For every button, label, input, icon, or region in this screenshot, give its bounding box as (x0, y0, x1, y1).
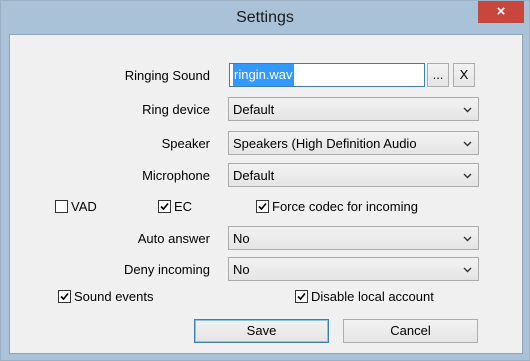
auto-answer-value: No (233, 231, 250, 246)
disable-local-account-checkbox-box[interactable] (295, 290, 308, 303)
microphone-label: Microphone (142, 168, 210, 183)
vad-checkbox[interactable]: VAD (55, 199, 125, 215)
title-bar[interactable]: Settings × (1, 1, 529, 34)
ring-device-value: Default (233, 102, 275, 117)
checkmark-icon (60, 292, 69, 301)
browse-button[interactable]: ... (427, 63, 449, 87)
sound-events-checkbox-box[interactable] (58, 290, 71, 303)
sound-events-checkbox[interactable]: Sound events (58, 289, 188, 305)
ec-checkbox-box[interactable] (158, 200, 171, 213)
disable-local-account-label: Disable local account (311, 289, 434, 304)
deny-incoming-select[interactable]: No (228, 257, 479, 281)
disable-local-account-checkbox[interactable]: Disable local account (295, 289, 465, 305)
checkmark-icon (258, 202, 267, 211)
force-codec-checkbox[interactable]: Force codec for incoming (256, 199, 446, 215)
save-button[interactable]: Save (194, 319, 329, 343)
force-codec-checkbox-box[interactable] (256, 200, 269, 213)
settings-form: Ringing Sound ringin.wav ... X Ring devi… (9, 34, 523, 354)
settings-window: Settings × Ringing Sound ringin.wav ... … (0, 0, 530, 361)
chevron-down-icon (463, 107, 472, 113)
speaker-select[interactable]: Speakers (High Definition Audio (228, 131, 479, 155)
force-codec-label: Force codec for incoming (272, 199, 418, 214)
auto-answer-label: Auto answer (137, 231, 210, 246)
ring-device-select[interactable]: Default (228, 97, 479, 121)
chevron-down-icon (463, 173, 472, 179)
sound-events-label: Sound events (74, 289, 154, 304)
chevron-down-icon (463, 141, 472, 147)
close-button[interactable]: × (478, 1, 524, 23)
auto-answer-select[interactable]: No (228, 226, 479, 250)
microphone-value: Default (233, 168, 275, 183)
deny-incoming-label: Deny incoming (124, 262, 210, 277)
ec-label: EC (174, 199, 193, 214)
checkmark-icon (160, 202, 169, 211)
window-title: Settings (236, 9, 294, 26)
ringing-sound-label: Ringing Sound (124, 68, 210, 83)
vad-label: VAD (71, 199, 97, 214)
chevron-down-icon (463, 267, 472, 273)
close-icon: × (496, 3, 506, 20)
ringing-sound-input[interactable]: ringin.wav (229, 63, 425, 87)
chevron-down-icon (463, 236, 472, 242)
ring-device-label: Ring device (142, 102, 210, 117)
speaker-label: Speaker (161, 136, 210, 151)
ringing-sound-value: ringin.wav (233, 64, 294, 86)
cancel-button[interactable]: Cancel (343, 319, 478, 343)
microphone-select[interactable]: Default (228, 163, 479, 187)
speaker-value: Speakers (High Definition Audio (233, 136, 417, 151)
checkmark-icon (297, 292, 306, 301)
clear-sound-button[interactable]: X (453, 63, 475, 87)
deny-incoming-value: No (233, 262, 250, 277)
vad-checkbox-box[interactable] (55, 200, 68, 213)
ec-checkbox[interactable]: EC (158, 199, 208, 215)
